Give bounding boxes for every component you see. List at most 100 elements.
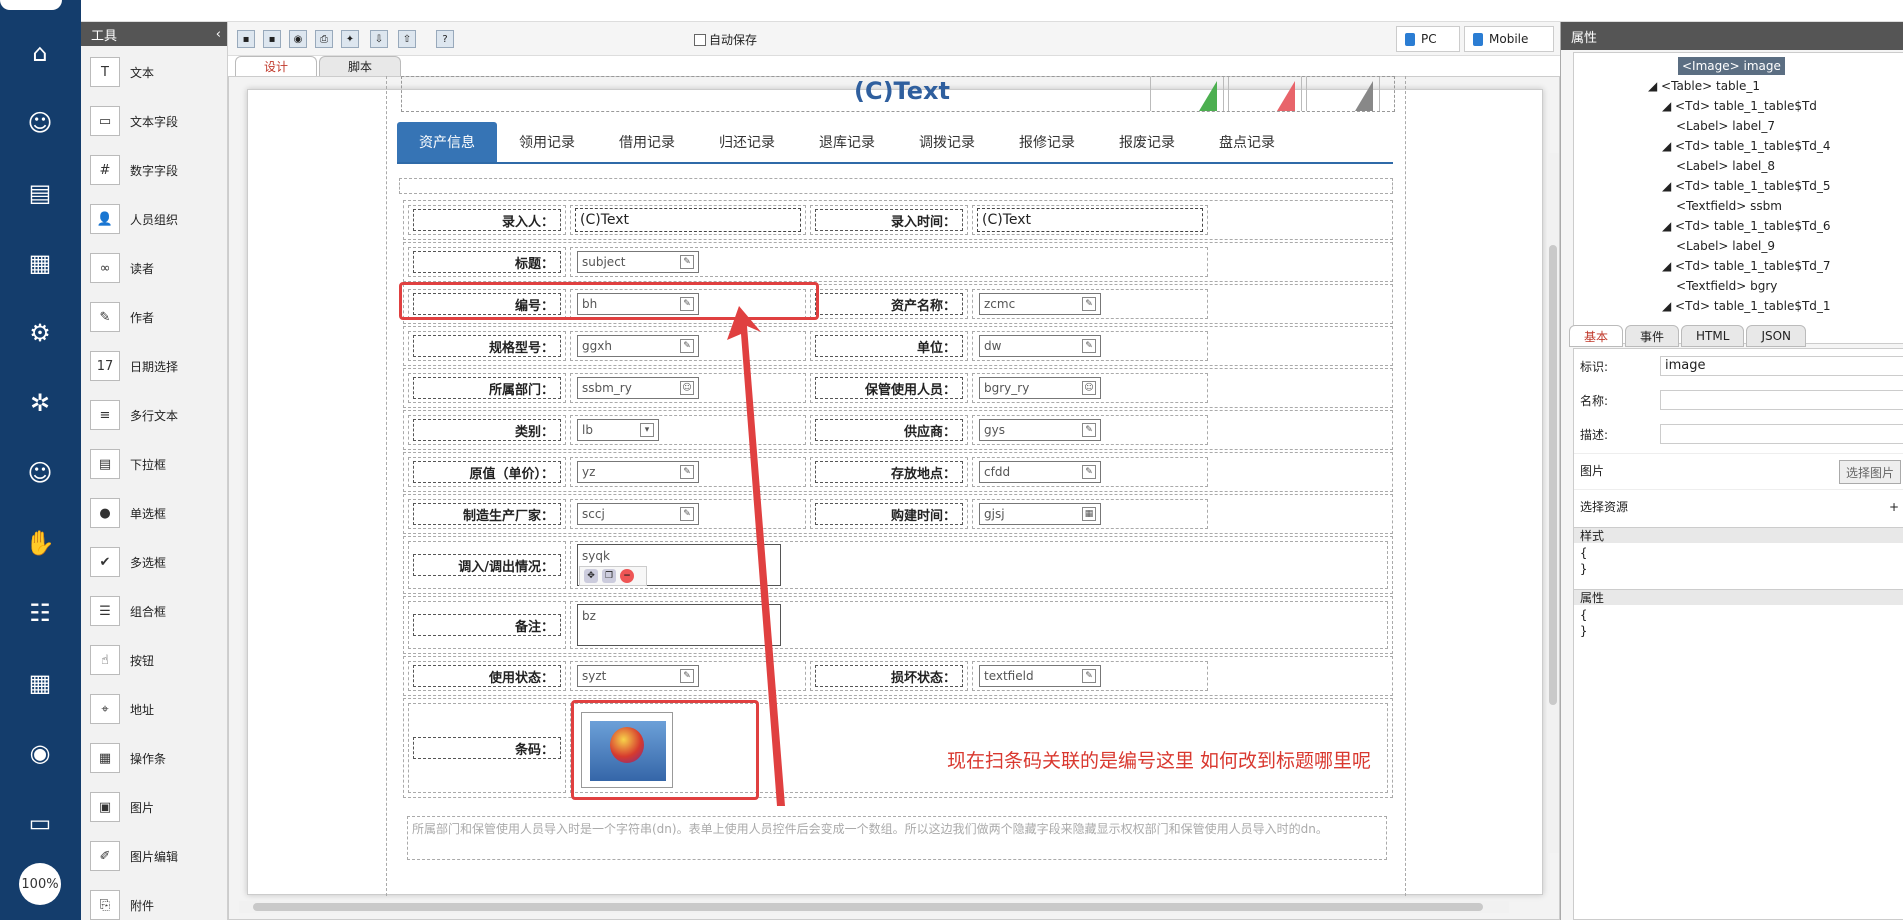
print-icon[interactable]: ⎙: [315, 30, 333, 48]
monitor-icon[interactable]: ◉: [23, 736, 57, 770]
ggxh-field[interactable]: ggxh ✎: [577, 335, 699, 357]
tool-item[interactable]: ✐ 图片编辑: [81, 836, 227, 876]
tool-item[interactable]: ▣ 图片: [81, 787, 227, 827]
tab-basic[interactable]: 基本: [1569, 325, 1624, 347]
move-icon[interactable]: ✥: [584, 569, 598, 583]
zcmc-field[interactable]: zcmc ✎: [979, 293, 1101, 315]
tree-node[interactable]: <Label> label_9: [1676, 237, 1775, 255]
tree-node[interactable]: <Image> image: [1678, 57, 1785, 75]
tool-item[interactable]: ● 单选框: [81, 493, 227, 533]
tool-item[interactable]: ▤ 下拉框: [81, 444, 227, 484]
user-card-icon-2[interactable]: ☺: [23, 456, 57, 490]
export-icon[interactable]: ⇧: [398, 30, 416, 48]
user-picker-icon[interactable]: ☺: [1082, 381, 1096, 395]
tab-html[interactable]: HTML: [1681, 325, 1745, 347]
yz-field[interactable]: yz ✎: [577, 461, 699, 483]
cfdd-field[interactable]: cfdd ✎: [979, 461, 1101, 483]
ssbm-field[interactable]: ssbm_ry ☺: [577, 377, 699, 399]
tree-node[interactable]: ◢ <Td> table_1_table$Td: [1662, 97, 1817, 115]
vertical-scrollbar[interactable]: [1547, 153, 1559, 853]
tool-item[interactable]: ⌖ 地址: [81, 689, 227, 729]
bgry-field[interactable]: bgry_ry ☺: [979, 377, 1101, 399]
tree-node[interactable]: <Textfield> bgry: [1676, 277, 1777, 295]
tab-transfer-records[interactable]: 调拨记录: [897, 122, 997, 162]
help-icon[interactable]: ?: [436, 30, 454, 48]
tab-borrow-records[interactable]: 借用记录: [597, 122, 697, 162]
user-card-icon[interactable]: ☺: [23, 106, 57, 140]
prop-name-input[interactable]: [1660, 390, 1903, 410]
attr-code[interactable]: { }: [1580, 607, 1587, 639]
mobile-view-button[interactable]: Mobile: [1464, 26, 1554, 52]
collapse-icon[interactable]: ‹: [216, 27, 221, 42]
tool-item[interactable]: ✎ 作者: [81, 297, 227, 337]
dw-field[interactable]: dw ✎: [979, 335, 1101, 357]
preview-icon[interactable]: ◉: [289, 30, 307, 48]
delete-icon[interactable]: −: [620, 569, 634, 583]
tool-item[interactable]: ≡ 多行文本: [81, 395, 227, 435]
tab-repair-records[interactable]: 报修记录: [997, 122, 1097, 162]
handshake-icon[interactable]: ✋: [23, 526, 57, 560]
tool-item[interactable]: ▦ 操作条: [81, 738, 227, 778]
calendar-picker-icon[interactable]: ▦: [1082, 507, 1096, 521]
folder-icon[interactable]: ▭: [23, 806, 57, 840]
zoom-badge[interactable]: 100%: [19, 863, 61, 905]
save-as-icon[interactable]: ▪: [263, 30, 281, 48]
tab-return-records[interactable]: 归还记录: [697, 122, 797, 162]
news-icon[interactable]: ▤: [23, 176, 57, 210]
tab-design[interactable]: 设计: [235, 56, 318, 76]
syzt-field[interactable]: syzt ✎: [577, 665, 699, 687]
tree-node[interactable]: <Label> label_7: [1676, 117, 1775, 135]
user-settings-icon[interactable]: ⚙: [23, 316, 57, 350]
gys-field[interactable]: gys ✎: [979, 419, 1101, 441]
textfield-field[interactable]: textfield ✎: [979, 665, 1101, 687]
tree-node[interactable]: ◢ <Td> table_1_table$Td_5: [1662, 177, 1831, 195]
tree-node[interactable]: ◢ <Td> table_1_table$Td_7: [1662, 257, 1831, 275]
tool-item[interactable]: ☝ 按钮: [81, 640, 227, 680]
tree-node[interactable]: ◢ <Td> table_1_table$Td_1: [1662, 297, 1831, 315]
tool-item[interactable]: ▭ 文本字段: [81, 101, 227, 141]
gjsj-field[interactable]: gjsj ▦: [979, 503, 1101, 525]
tab-storage-return-records[interactable]: 退库记录: [797, 122, 897, 162]
import-icon[interactable]: ⇩: [370, 30, 388, 48]
tab-script[interactable]: 脚本: [319, 56, 402, 76]
calendar-icon[interactable]: ▦: [23, 246, 57, 280]
pc-view-button[interactable]: PC: [1396, 26, 1460, 52]
add-resource-icon[interactable]: +: [1889, 500, 1899, 514]
tab-asset-info[interactable]: 资产信息: [397, 122, 497, 162]
choose-picture-button[interactable]: 选择图片: [1838, 460, 1901, 484]
tool-item[interactable]: # 数字字段: [81, 150, 227, 190]
tool-item[interactable]: ∞ 读者: [81, 248, 227, 288]
user-picker-icon[interactable]: ☺: [680, 381, 694, 395]
prop-desc-input[interactable]: [1660, 424, 1903, 444]
tree-node[interactable]: ◢ <Td> table_1_table$Td_6: [1662, 217, 1831, 235]
prop-id-input[interactable]: image: [1660, 356, 1903, 376]
horizontal-scroll-thumb[interactable]: [253, 903, 1483, 911]
subject-field[interactable]: subject ✎: [577, 251, 699, 273]
tree-node[interactable]: ◢ <Table> table_1: [1648, 77, 1760, 95]
calendar-icon-2[interactable]: ▦: [23, 666, 57, 700]
save-icon[interactable]: ▪: [237, 30, 255, 48]
tab-scrap-records[interactable]: 报废记录: [1097, 122, 1197, 162]
chevron-down-icon[interactable]: ▾: [640, 423, 654, 437]
tool-item[interactable]: ☰ 组合框: [81, 591, 227, 631]
tree-node[interactable]: <Label> label_8: [1676, 157, 1775, 175]
tool-item[interactable]: 17 日期选择: [81, 346, 227, 386]
tab-events[interactable]: 事件: [1625, 325, 1680, 347]
sccj-field[interactable]: sccj ✎: [577, 503, 699, 525]
gear-icon[interactable]: ✲: [23, 386, 57, 420]
team-icon[interactable]: ☷: [23, 596, 57, 630]
horizontal-scrollbar[interactable]: [239, 901, 1509, 913]
wand-icon[interactable]: ✦: [341, 30, 359, 48]
home-icon[interactable]: ⌂: [23, 36, 57, 70]
vertical-scroll-thumb[interactable]: [1549, 245, 1557, 705]
tool-item[interactable]: ⎘ 附件: [81, 885, 227, 920]
autosave-checkbox[interactable]: [694, 33, 706, 46]
tool-item[interactable]: T 文本: [81, 52, 227, 92]
tree-node[interactable]: <Textfield> ssbm: [1676, 197, 1782, 215]
copy-icon[interactable]: ❐: [602, 569, 616, 583]
tool-item[interactable]: 👤 人员组织: [81, 199, 227, 239]
tab-json[interactable]: JSON: [1746, 325, 1807, 347]
tree-node[interactable]: ◢ <Td> table_1_table$Td_4: [1662, 137, 1831, 155]
tool-item[interactable]: ✔ 多选框: [81, 542, 227, 582]
lb-select[interactable]: lb ▾: [577, 419, 659, 441]
